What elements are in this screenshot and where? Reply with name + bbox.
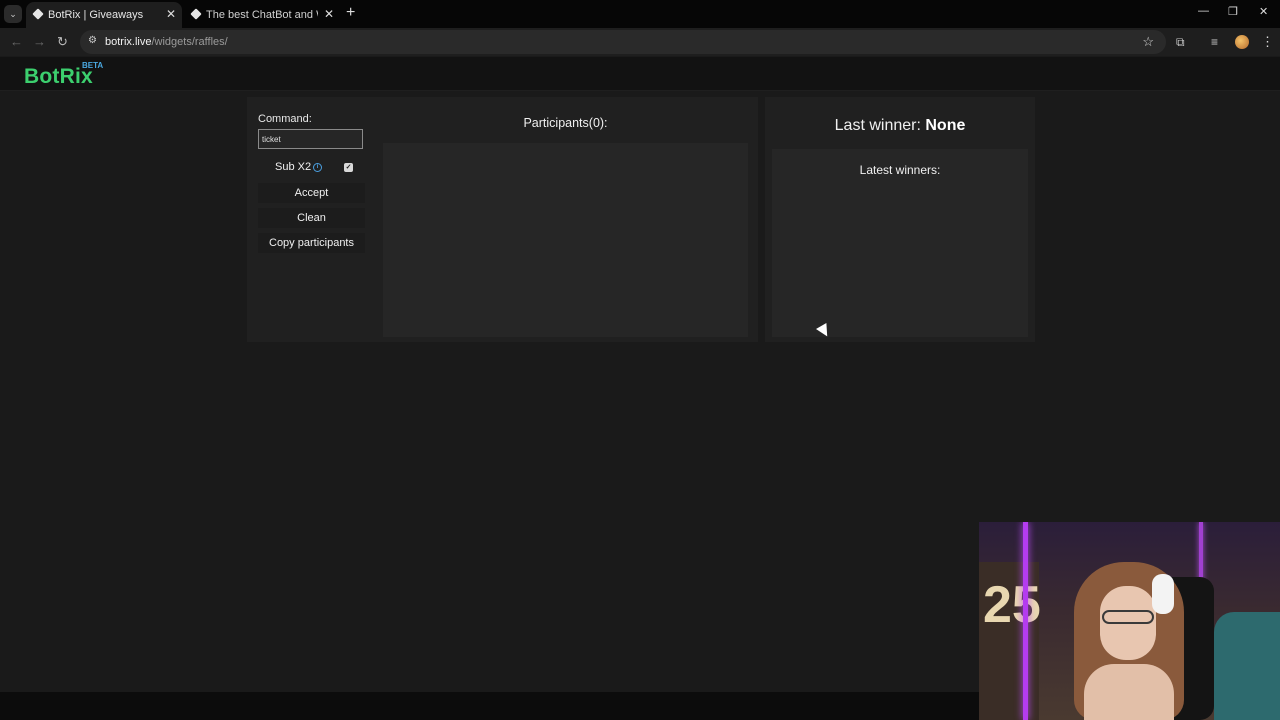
browser-toolbar: ← → ↻ ⚙ botrix.live/widgets/raffles/ ☆ ⧉… <box>0 28 1280 56</box>
tab-search-chevron-icon[interactable]: ⌄ <box>4 5 22 23</box>
botrix-favicon-icon <box>190 8 202 20</box>
glasses-icon <box>1102 610 1154 624</box>
profile-avatar[interactable] <box>1235 35 1249 49</box>
sub-x2-checkbox[interactable]: ✓ <box>344 163 353 172</box>
app-header: BotRix BETA <box>0 57 1280 91</box>
tab-botrix-giveaways[interactable]: BotRix | Giveaways ✕ <box>26 2 182 28</box>
window-minimize-icon[interactable]: — <box>1198 5 1209 17</box>
clean-button[interactable]: Clean <box>258 208 365 228</box>
latest-winners-list[interactable]: Latest winners: <box>772 149 1028 337</box>
media-controls-icon[interactable]: ≡ <box>1211 35 1218 49</box>
bookmark-star-icon[interactable]: ☆ <box>1142 34 1154 50</box>
last-winner-heading: Last winner: None <box>765 117 1035 135</box>
raffle-panel: Command: Sub X2 i ✓ Accept Clean Copy pa… <box>247 97 758 342</box>
accept-button[interactable]: Accept <box>258 183 365 203</box>
headset-icon <box>1152 574 1174 614</box>
neon-light-strip <box>1023 522 1028 720</box>
reload-icon[interactable]: ↻ <box>57 34 68 50</box>
command-label: Command: <box>258 113 312 125</box>
streamer-body <box>1084 664 1174 720</box>
tab-close-icon[interactable]: ✕ <box>324 7 334 21</box>
forward-arrow-icon[interactable]: → <box>33 34 46 49</box>
last-winner-label: Last winner: <box>834 117 926 134</box>
last-winner-value: None <box>925 117 966 134</box>
participants-list[interactable] <box>383 143 748 337</box>
info-icon[interactable]: i <box>313 163 322 172</box>
url-text[interactable]: botrix.live/widgets/raffles/ <box>105 36 228 48</box>
participants-title: Participants(0): <box>523 116 608 130</box>
streamer <box>1074 552 1184 720</box>
back-arrow-icon[interactable]: ← <box>10 34 23 49</box>
tab-best-chatbot[interactable]: The best ChatBot and Widgets ✕ <box>184 2 340 28</box>
site-info-icon[interactable]: ⚙ <box>88 35 97 46</box>
copy-participants-button[interactable]: Copy participants <box>258 233 365 253</box>
botrix-favicon-icon <box>32 8 44 20</box>
new-tab-plus-icon[interactable]: + <box>346 4 355 22</box>
tab-title: BotRix | Giveaways <box>48 9 144 21</box>
background-plant <box>1214 612 1280 720</box>
webcam-overlay: 25 <box>979 522 1280 720</box>
command-input[interactable] <box>258 129 363 149</box>
address-bar[interactable]: ⚙ botrix.live/widgets/raffles/ ☆ <box>80 30 1166 54</box>
browser-menu-icon[interactable]: ⋮ <box>1261 34 1274 50</box>
extensions-puzzle-icon[interactable]: ⧉ <box>1176 35 1185 50</box>
latest-winners-title: Latest winners: <box>859 163 941 177</box>
tab-title: The best ChatBot and Widgets <box>206 9 318 21</box>
sub-x2-label: Sub X2 <box>275 161 312 173</box>
beta-badge: BETA <box>82 61 104 70</box>
tab-close-icon[interactable]: ✕ <box>166 7 176 21</box>
browser-tab-strip: ⌄ BotRix | Giveaways ✕ The best ChatBot … <box>0 0 1280 28</box>
window-restore-icon[interactable]: ❐ <box>1228 5 1238 18</box>
winners-panel: Last winner: None Latest winners: <box>765 97 1035 342</box>
window-close-icon[interactable]: ✕ <box>1259 5 1268 18</box>
